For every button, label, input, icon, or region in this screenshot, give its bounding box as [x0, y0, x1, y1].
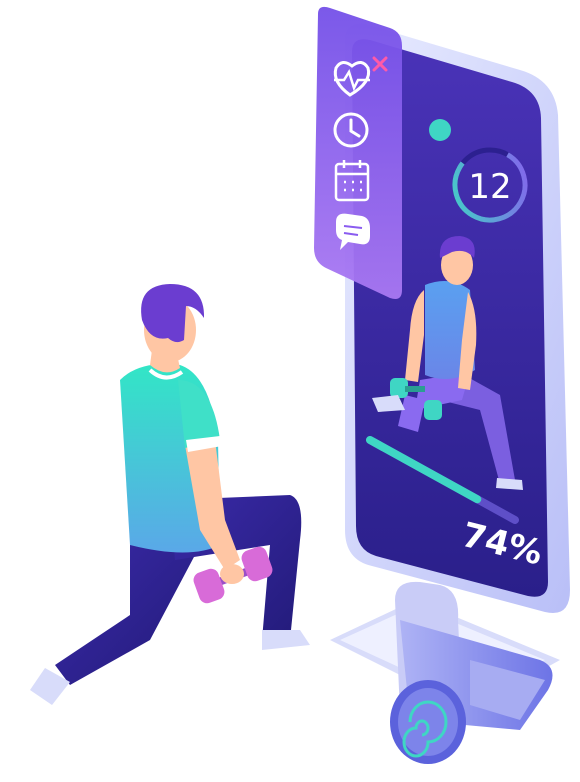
- status-dot: [429, 119, 451, 141]
- fitness-illustration: 12 74%: [30, 6, 570, 764]
- rep-counter-value: 12: [468, 167, 511, 207]
- yoga-mat: [390, 581, 553, 764]
- man-exercising: [30, 284, 310, 705]
- side-menu-panel: [314, 6, 402, 299]
